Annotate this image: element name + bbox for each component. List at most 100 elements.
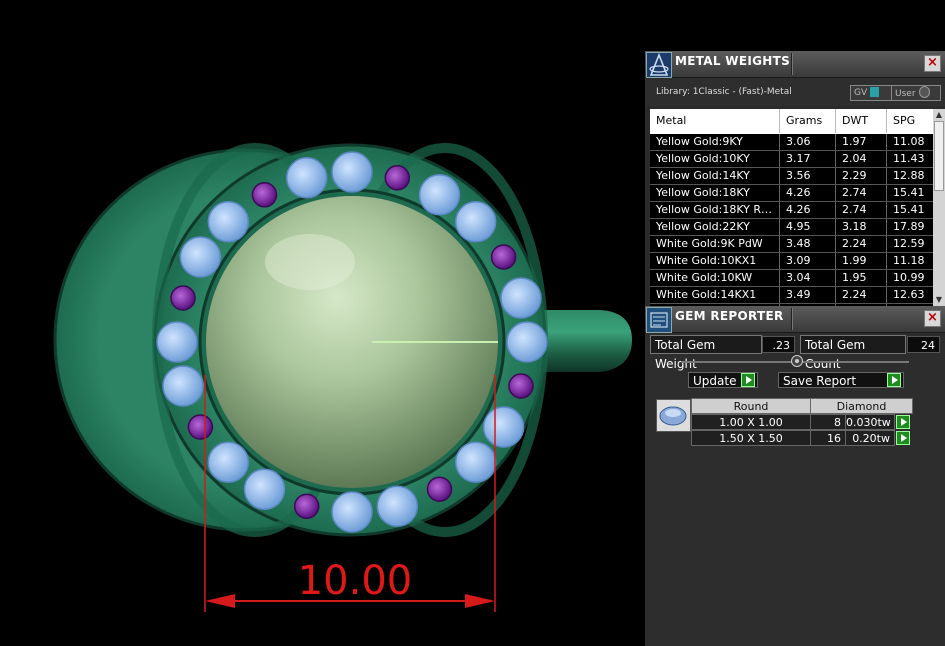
table-row[interactable]: Yellow Gold:10KY 3.17 2.04 11.43: [650, 151, 933, 168]
library-label: Library: 1Classic - (Fast)-Metal: [656, 87, 792, 97]
scroll-thumb[interactable]: [934, 121, 944, 191]
diamond-stone: [331, 491, 373, 533]
diamond-stone: [162, 365, 204, 407]
table-cell: 2.24: [836, 287, 887, 303]
metal-weights-app-icon: [646, 52, 672, 78]
metal-weights-panel: METAL WEIGHTS × Library: 1Classic - (Fas…: [645, 51, 945, 306]
amethyst-stone: [508, 373, 534, 399]
table-cell: 2.74: [836, 185, 887, 201]
gem-slider-knob[interactable]: [791, 355, 803, 367]
diamond-stone: [331, 151, 373, 193]
metal-weights-table[interactable]: Metal Grams DWT SPG Yellow Gold:9KY 3.06 1.97…: [650, 109, 933, 306]
amethyst-stone: [490, 244, 517, 270]
diamond-stone: [179, 236, 222, 278]
table-row[interactable]: Yellow Gold:18KY 4.26 2.74 15.41: [650, 185, 933, 202]
table-cell: 2.29: [836, 168, 887, 184]
table-cell: White Gold:14KX1: [650, 287, 780, 303]
table-row[interactable]: White Gold:14KX1 3.49 2.24 12.63: [650, 287, 933, 304]
amethyst-stone: [426, 476, 453, 502]
metal-weights-close-button[interactable]: ×: [924, 55, 941, 72]
metal-weights-title: METAL WEIGHTS: [675, 54, 791, 68]
gem-reporter-app-icon: [646, 307, 672, 333]
table-cell: 12.63: [887, 287, 933, 303]
gem-size-cell: 1.00 X 1.00: [691, 414, 811, 430]
table-cell: 3.48: [780, 236, 836, 252]
diamond-stone: [454, 201, 497, 243]
gem-shape-header: Round: [691, 398, 811, 414]
table-row[interactable]: Yellow Gold:9KY 3.06 1.97 11.08: [650, 134, 933, 151]
gem-size-cell: 1.50 X 1.50: [691, 430, 811, 446]
table-row[interactable]: Yellow Gold:14KY 3.56 2.29 12.88: [650, 168, 933, 185]
diamond-stone: [207, 201, 250, 243]
table-row[interactable]: White Gold:10KW 3.04 1.95 10.99: [650, 270, 933, 287]
ring-render: [53, 143, 632, 612]
table-cell: Yellow Gold:9KY: [650, 134, 780, 150]
gem-reporter-panel: GEM REPORTER × Total Gem Weight .23 Tota…: [645, 306, 945, 646]
table-cell: White Gold:10KW: [650, 270, 780, 286]
column-header-metal[interactable]: Metal: [650, 109, 780, 133]
column-header-spg[interactable]: SPG: [887, 109, 933, 133]
gem-reporter-title: GEM REPORTER: [675, 309, 784, 323]
scroll-up-icon[interactable]: ▲: [933, 109, 945, 121]
table-row[interactable]: Yellow Gold:18KY R… 4.26 2.74 15.41: [650, 202, 933, 219]
diamond-stone: [376, 485, 419, 527]
gem-totals: Total Gem Weight .23 Total Gem Count 24: [645, 333, 945, 371]
table-cell: 15.41: [887, 185, 933, 201]
gem-count-cell: 16: [810, 430, 846, 446]
amethyst-stone: [170, 285, 196, 311]
user-toggle[interactable]: User: [891, 85, 941, 101]
table-cell: White Gold:10KX1: [650, 253, 780, 269]
diamond-stone: [243, 468, 286, 510]
column-header-grams[interactable]: Grams: [780, 109, 836, 133]
table-cell: Yellow Gold:10KY: [650, 151, 780, 167]
diamond-stone: [482, 406, 525, 448]
update-go-icon[interactable]: [741, 373, 755, 387]
diamond-stone: [418, 174, 461, 216]
diamond-stone: [207, 441, 250, 483]
table-cell: 3.04: [780, 270, 836, 286]
table-cell: 2.74: [836, 202, 887, 218]
amethyst-stone: [187, 414, 214, 440]
metal-weights-titlebar[interactable]: METAL WEIGHTS ×: [645, 51, 945, 78]
gem-row-go-icon[interactable]: [896, 415, 910, 429]
table-cell: Yellow Gold:22KY: [650, 219, 780, 235]
table-cell: 3.18: [836, 219, 887, 235]
table-cell: 1.97: [836, 134, 887, 150]
diamond-stone: [500, 277, 542, 319]
gem-row-go-icon[interactable]: [896, 431, 910, 445]
metal-weights-header: Metal Grams DWT SPG: [650, 109, 933, 133]
scroll-down-icon[interactable]: ▼: [933, 294, 945, 306]
table-cell: 4.26: [780, 202, 836, 218]
gem-weight-cell: 0.030tw: [845, 414, 895, 430]
column-header-dwt[interactable]: DWT: [836, 109, 887, 133]
gem-reporter-titlebar[interactable]: GEM REPORTER ×: [645, 306, 945, 333]
3d-viewport[interactable]: 10.00: [0, 0, 645, 646]
total-gem-count-label: Total Gem Count: [800, 335, 906, 371]
total-gem-count-value: 24: [907, 336, 940, 353]
table-cell: 3.06: [780, 134, 836, 150]
table-row[interactable]: White Gold:10KX1 3.09 1.99 11.18: [650, 253, 933, 270]
table-row[interactable]: Yellow Gold:22KY 4.95 3.18 17.89: [650, 219, 933, 236]
table-cell: 15.41: [887, 202, 933, 218]
diamond-stone: [156, 321, 198, 363]
table-cell: 1.99: [836, 253, 887, 269]
table-cell: 3.56: [780, 168, 836, 184]
diamond-stone: [285, 157, 328, 199]
amethyst-stone: [251, 182, 278, 208]
diamond-stone: [454, 441, 497, 483]
gv-toggle[interactable]: GV: [850, 85, 896, 101]
save-report-button[interactable]: Save Report: [778, 372, 904, 388]
table-row[interactable]: White Gold:9K PdW 3.48 2.24 12.59: [650, 236, 933, 253]
table-cell: 11.18: [887, 253, 933, 269]
table-cell: 12.88: [887, 168, 933, 184]
gem-reporter-close-button[interactable]: ×: [924, 310, 941, 327]
save-report-go-icon[interactable]: [887, 373, 901, 387]
table-cell: 10.99: [887, 270, 933, 286]
gem-material-header: Diamond: [810, 398, 913, 414]
metal-weights-scrollbar[interactable]: ▲ ▼: [933, 109, 945, 306]
table-cell: 17.89: [887, 219, 933, 235]
diamond-stone: [506, 321, 548, 363]
table-cell: 11.43: [887, 151, 933, 167]
table-cell: 3.49: [780, 287, 836, 303]
table-cell: 12.59: [887, 236, 933, 252]
